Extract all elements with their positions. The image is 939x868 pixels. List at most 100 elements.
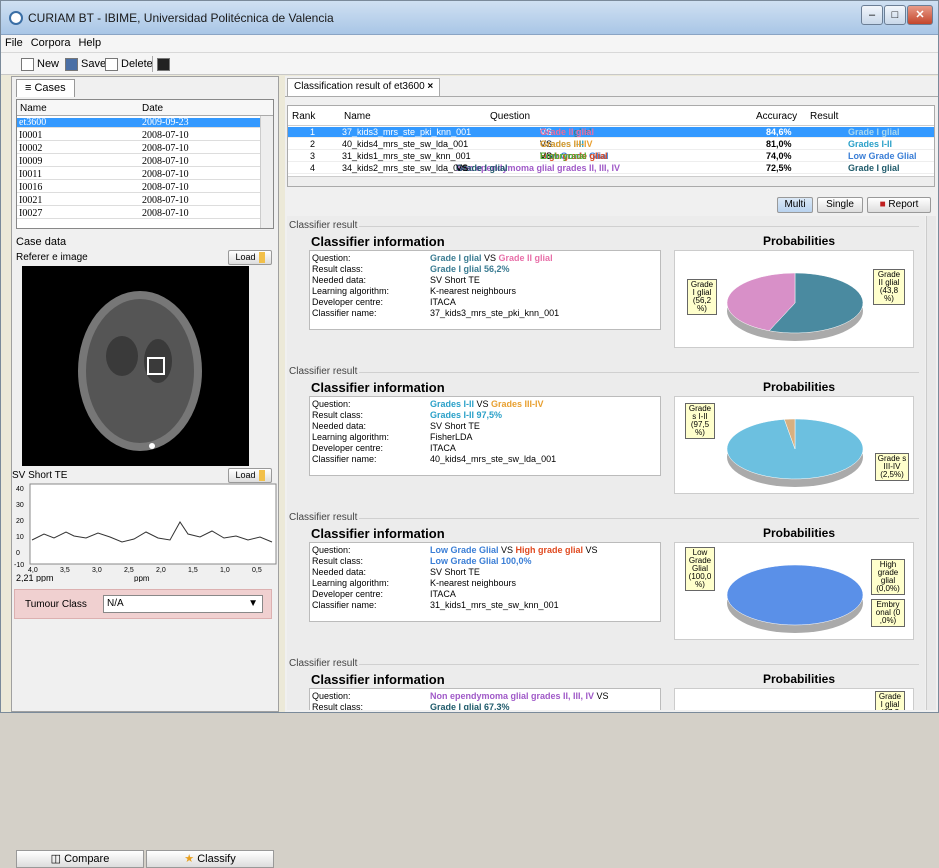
info-key: Question: [312,399,351,409]
info-value: Grades I-II 97,5% [430,410,503,420]
info-value: SV Short TE [430,275,480,285]
waveform-icon [157,57,170,71]
new-button[interactable]: New [21,56,59,72]
classifier-row[interactable]: 1 37_kids3_mrs_ste_pki_knn_001 Grade I gli… [288,127,934,138]
multi-button[interactable]: Multi [777,197,813,213]
classifier-result-card: Classifier result Classifier information P… [289,512,921,656]
tab-cases[interactable]: ≡ Cases [16,79,75,97]
close-tab-icon[interactable]: × [427,81,433,92]
question-part: Non ependymoma glial grades II, III, IV [430,691,595,701]
load-spectrum-button[interactable]: Load [228,468,272,483]
question-part: High grade glial [515,545,584,555]
case-row[interactable]: I0001 2008-07-10 [17,131,261,141]
right-panel: Classification result of et3600 × Rank N… [285,76,938,712]
info-key: Question: [312,545,351,555]
results-scrollbar[interactable] [926,216,936,710]
pie-label: Grade s III-IV (2,5%) [875,453,909,481]
classifier-row[interactable]: 2 40_kids4_mrs_ste_sw_lda_001 Grades I-II … [288,139,934,150]
info-key: Learning algorithm: [312,578,390,588]
case-row[interactable]: I0009 2008-07-10 [17,157,261,167]
accuracy-cell: 81,0% [766,139,792,149]
info-value: ITACA [430,443,456,453]
save-icon [65,57,78,71]
menu-corpora[interactable]: Corpora [27,35,75,49]
accuracy-cell: 74,0% [766,151,792,161]
classifier-info-box: Question: Grades I-II VS Grades III-IV Res… [309,396,661,476]
delete-button[interactable]: Delete [105,56,153,72]
pie-label: Grade I glial (67,3 [875,691,905,710]
save-button[interactable]: Save [65,56,106,72]
case-row[interactable]: et3600 2009-09-23 [17,118,261,128]
case-row[interactable]: I0011 2008-07-10 [17,170,261,180]
spectrum-y-tick: 0 [16,550,20,557]
folder-icon [258,252,265,264]
info-key: Result class: [312,556,364,566]
info-key: Developer centre: [312,589,384,599]
info-key: Developer centre: [312,297,384,307]
spectrum-x-tick: 3,0 [92,567,102,574]
classifier-result-title: Classifier result [289,366,358,377]
minimize-button[interactable]: – [861,5,883,25]
classifier-information-title: Classifier information [311,234,445,249]
name-cell: 31_kids1_mrs_ste_sw_knn_001 [342,151,471,161]
col-name[interactable]: Name [344,111,371,122]
case-row[interactable]: I0021 2008-07-10 [17,196,261,206]
info-value: FisherLDA [430,432,473,442]
classify-button[interactable]: ★ Classify [146,850,274,868]
compare-icon: ◫ [50,853,65,865]
col-rank[interactable]: Rank [292,111,315,122]
name-cell: 40_kids4_mrs_ste_sw_lda_001 [342,139,469,149]
classifier-result-title: Classifier result [289,512,358,523]
menu-file[interactable]: File [1,35,27,49]
classifier-info-box: Question: Grade I glial VS Grade II glial… [309,250,661,330]
probability-pie-chart: Grade I glial (56,2 %) Grade II glial (43… [674,250,914,348]
table-horizontal-scrollbar[interactable] [288,176,934,186]
col-accuracy[interactable]: Accuracy [756,111,797,122]
case-row[interactable]: I0016 2008-07-10 [17,183,261,193]
col-date[interactable]: Date [142,103,163,114]
section-divider [359,664,919,665]
cases-scrollbar[interactable] [260,116,273,228]
case-row[interactable]: I0002 2008-07-10 [17,144,261,154]
reference-image-label: Referer e image [16,252,88,263]
question-part: Low Grade Glial [430,545,499,555]
tumour-class-select[interactable]: N/A ▼ [103,595,263,613]
spectrum-tool-button[interactable] [157,56,173,72]
single-button[interactable]: Single [817,197,863,213]
title-bar: CURIAM BT - IBIME, Universidad Politécni… [1,1,938,35]
question-part: VS [594,691,609,701]
question-part: Grades III-IV [540,139,593,149]
classifier-result-card: Classifier result Classifier information P… [289,366,921,510]
report-button[interactable]: ■ Report [867,197,931,213]
classifier-information-title: Classifier information [311,672,445,687]
info-key: Classifier name: [312,600,377,610]
case-data-title: Case data [16,236,67,248]
classifier-row[interactable]: 3 31_kids1_mrs_ste_sw_knn_001 Low Grade Gl… [288,151,934,162]
sv-short-te-label: SV Short TE [12,470,68,481]
accuracy-cell: 84,6% [766,127,792,137]
close-button[interactable]: ✕ [907,5,933,25]
case-data-panel: Case data Referer e image Load SV Short … [12,234,278,868]
menu-help[interactable]: Help [74,35,105,49]
info-value: Grade I glial 56,2% [430,264,510,274]
question-part: VS [498,545,516,555]
col-question[interactable]: Question [490,111,530,122]
tab-classification-result[interactable]: Classification result of et3600 × [287,78,441,96]
info-value: Grade I glial 67,3% [430,702,510,710]
section-divider [359,372,919,373]
maximize-button[interactable]: □ [884,5,906,25]
classifier-information-title: Classifier information [311,380,445,395]
left-panel: ≡ Cases Name Date et3600 2009-09-23 I0001… [11,76,279,868]
info-question: Non ependymoma glial grades II, III, IV … [430,691,609,701]
info-key: Question: [312,691,351,701]
result-cell: Grade I glial [848,163,900,173]
info-value: ITACA [430,589,456,599]
col-result[interactable]: Result [810,111,838,122]
compare-button[interactable]: ◫ Compare [16,850,144,868]
load-image-button[interactable]: Load [228,250,272,265]
col-name[interactable]: Name [20,103,47,114]
case-row[interactable]: I0027 2008-07-10 [17,209,261,219]
classifier-row[interactable]: 4 34_kids2_mrs_ste_sw_lda_001 Non ependymo… [288,163,934,174]
name-cell: 34_kids2_mrs_ste_sw_lda_001 [342,163,469,173]
info-question: Grade I glial VS Grade II glial [430,253,553,263]
